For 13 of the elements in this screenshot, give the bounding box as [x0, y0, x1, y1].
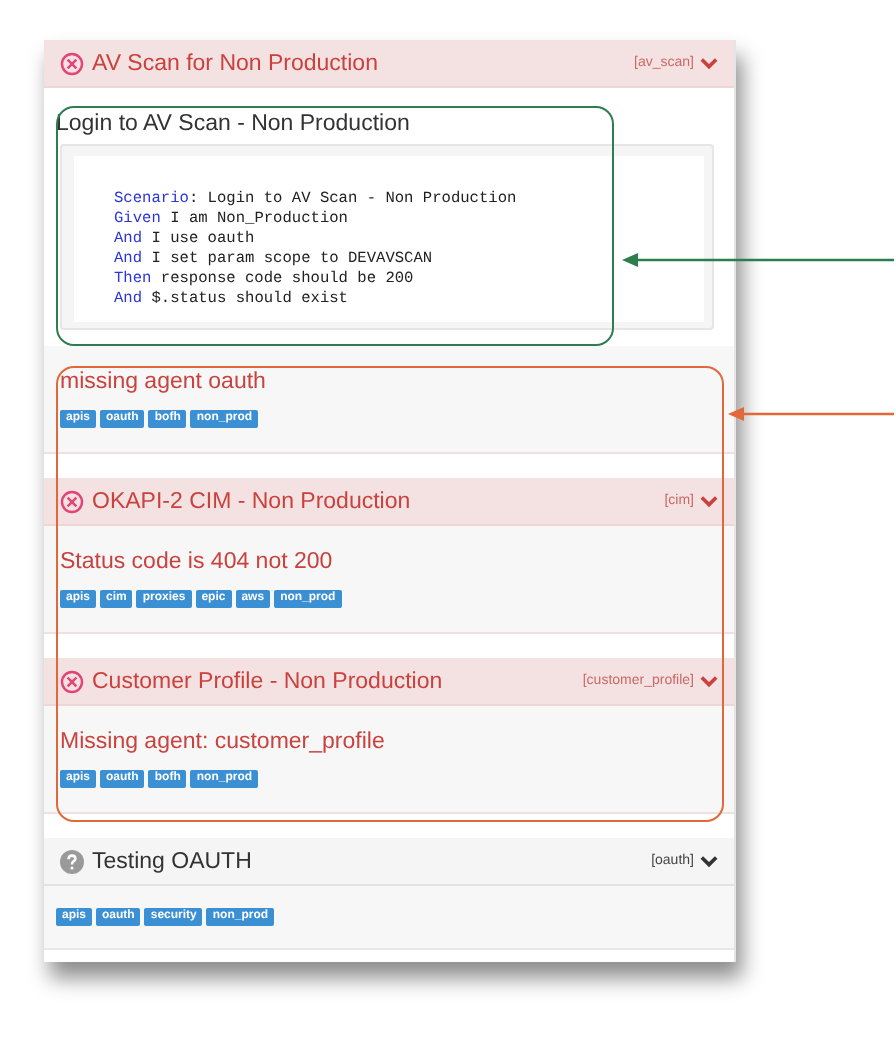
error-message: Status code is 404 not 200 [60, 550, 335, 574]
feature-title: Testing OAUTH [92, 849, 252, 873]
feature-title: OKAPI-2 CIM - Non Production [92, 489, 411, 513]
failed-icon [60, 669, 84, 693]
failed-icon [60, 51, 84, 75]
scenario-title: Login to AV Scan - Non Production [56, 112, 412, 136]
feature-title: Customer Profile - Non Production [92, 669, 443, 693]
feature-title: AV Scan for Non Production [92, 51, 378, 75]
help-icon [60, 849, 84, 873]
error-message: missing agent oauth [60, 370, 268, 394]
chevron-down-icon[interactable] [700, 854, 718, 868]
failed-icon [60, 489, 84, 513]
error-message: Missing agent: customer_profile [60, 730, 387, 754]
